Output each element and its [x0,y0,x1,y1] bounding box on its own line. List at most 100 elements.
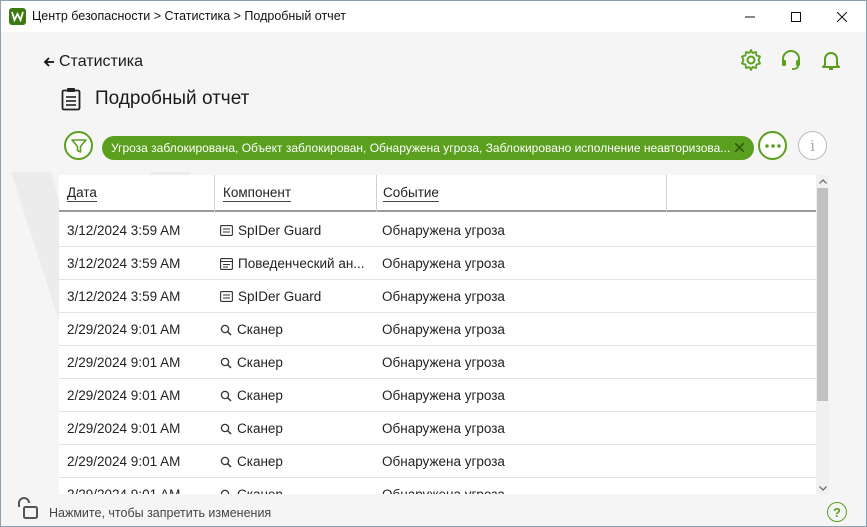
row-component: Сканер [220,346,370,379]
report-table: Дата Компонент Событие 3/12/2024 3:59 AM… [59,175,816,495]
title-bar: Центр безопасности > Статистика > Подроб… [1,1,866,32]
minimize-icon [745,16,755,17]
scanner-icon [220,324,232,336]
scroll-up-button[interactable] [816,175,829,188]
row-date: 3/12/2024 3:59 AM [67,289,181,304]
row-event: Обнаружена угроза [382,421,505,436]
main-content: Статистика Подробный отчет Угроза заблок… [1,32,866,526]
table-row[interactable]: 3/12/2024 3:59 AM SpIDer Guard Обнаружена … [59,280,816,313]
minimize-button[interactable] [727,1,773,32]
maximize-button[interactable] [773,1,819,32]
help-button[interactable]: ? [827,502,847,522]
row-component: Сканер [220,379,370,412]
maximize-icon [791,11,801,22]
behavior-analyzer-icon [220,257,233,270]
scanner-icon [220,390,232,402]
page-title: Подробный отчет [95,88,250,109]
active-filter-chip[interactable]: Угроза заблокирована, Объект заблокирова… [102,136,754,160]
row-event: Обнаружена угроза [382,322,505,337]
app-window: Центр безопасности > Статистика > Подроб… [0,0,867,527]
bell-icon [822,52,840,70]
lock-status-text[interactable]: Нажмите, чтобы запретить изменения [49,506,271,520]
table-row[interactable]: 2/29/2024 9:01 AM Сканер Обнаружена угроза [59,445,816,478]
row-component: Сканер [220,445,370,478]
row-event: Обнаружена угроза [382,256,505,271]
filter-button[interactable] [64,131,93,160]
column-divider[interactable] [214,175,215,212]
row-date: 2/29/2024 9:01 AM [67,355,181,370]
chevron-up-icon [818,179,827,184]
drweb-logo-icon [9,8,26,25]
row-component-label: Сканер [237,388,283,403]
spider-guard-icon [220,225,233,236]
row-component-label: Сканер [237,355,283,370]
row-event: Обнаружена угроза [382,355,505,370]
row-component-label: Поведенческий ан... [238,256,365,271]
row-event: Обнаружена угроза [382,454,505,469]
window-title: Центр безопасности > Статистика > Подроб… [32,9,346,23]
table-row[interactable]: 2/29/2024 9:01 AM Сканер Обнаружена угроза [59,478,816,495]
table-row[interactable]: 2/29/2024 9:01 AM Сканер Обнаружена угроза [59,313,816,346]
table-scrollbar[interactable] [816,175,829,495]
column-divider[interactable] [376,175,377,212]
row-component: SpIDer Guard [220,280,370,313]
question-mark-icon: ? [833,504,841,520]
column-header-event[interactable]: Событие [383,175,439,212]
settings-button[interactable] [739,48,763,77]
headset-icon [782,50,800,70]
clipboard-report-icon [61,88,81,111]
row-date: 3/12/2024 3:59 AM [67,256,181,271]
column-header-component[interactable]: Компонент [223,175,292,212]
table-row[interactable]: 2/29/2024 9:01 AM Сканер Обнаружена угроза [59,379,816,412]
table-row[interactable]: 2/29/2024 9:01 AM Сканер Обнаружена угроза [59,412,816,445]
filter-funnel-icon [70,138,87,153]
row-date: 3/12/2024 3:59 AM [67,223,181,238]
close-button[interactable] [819,1,865,32]
back-to-statistics-link[interactable]: Статистика [43,53,143,71]
table-row[interactable]: 3/12/2024 3:59 AM SpIDer Guard Обнаружена … [59,214,816,247]
row-component: Поведенческий ан... [220,247,370,280]
row-component-label: Сканер [237,454,283,469]
info-icon: i [810,136,815,155]
info-button[interactable]: i [798,131,827,160]
row-event: Обнаружена угроза [382,487,505,495]
page-header: Подробный отчет [61,87,249,111]
table-row[interactable]: 3/12/2024 3:59 AM Поведенческий ан... Обна… [59,247,816,280]
row-component: Сканер [220,313,370,346]
unlocked-padlock-icon[interactable] [14,495,40,521]
support-button[interactable] [779,48,803,77]
row-event: Обнаружена угроза [382,223,505,238]
row-component: Сканер [220,478,370,495]
row-component-label: SpIDer Guard [238,289,322,304]
arrow-left-icon [43,57,54,67]
row-component-label: Сканер [237,322,283,337]
row-component-label: Сканер [237,421,283,436]
clear-filter-button[interactable] [732,140,746,154]
row-component: Сканер [220,412,370,445]
row-date: 2/29/2024 9:01 AM [67,487,181,495]
more-options-button[interactable] [758,131,787,160]
scanner-icon [220,423,232,435]
status-bar: Нажмите, чтобы запретить изменения ? [1,494,866,526]
chevron-down-icon [818,486,827,491]
row-event: Обнаружена угроза [382,289,505,304]
row-date: 2/29/2024 9:01 AM [67,421,181,436]
row-date: 2/29/2024 9:01 AM [67,322,181,337]
scrollbar-thumb[interactable] [817,188,828,401]
column-divider[interactable] [666,175,667,212]
notifications-button[interactable] [819,48,843,77]
column-header-date[interactable]: Дата [67,175,97,212]
table-row[interactable]: 2/29/2024 9:01 AM Сканер Обнаружена угроза [59,346,816,379]
row-component-label: SpIDer Guard [238,223,322,238]
table-header: Дата Компонент Событие [59,175,816,212]
scanner-icon [220,357,232,369]
spider-guard-icon [220,291,233,302]
scanner-icon [220,456,232,468]
close-icon [734,142,744,152]
gear-icon [741,49,761,71]
filter-chip-text: Угроза заблокирована, Объект заблокирова… [111,141,731,155]
back-link-label: Статистика [59,53,144,70]
row-date: 2/29/2024 9:01 AM [67,454,181,469]
row-date: 2/29/2024 9:01 AM [67,388,181,403]
more-dots-icon [764,143,781,148]
